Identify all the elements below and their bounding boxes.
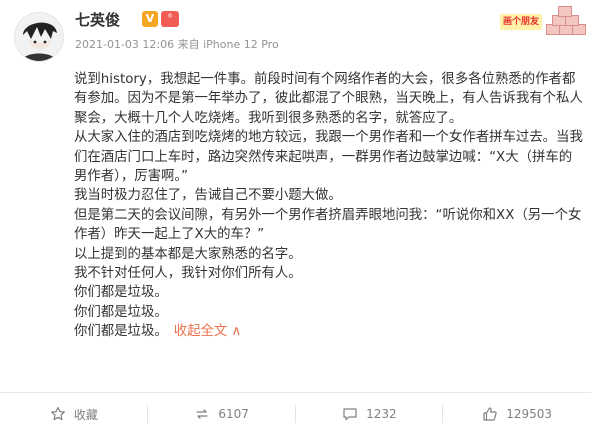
repost-icon (196, 409, 208, 419)
post-paragraph: 你们都是垃圾。 (74, 304, 168, 320)
post-paragraph: 你们都是垃圾。 (74, 285, 168, 301)
post-last-line: 你们都是垃圾。 收起全文 ∧ (74, 322, 584, 341)
level-badge-icon: ⁶ (161, 11, 179, 27)
avatar[interactable] (14, 12, 64, 62)
post-paragraph: 说到history，我想起一件事。前段时间有个网络作者的大会，很多各位熟悉的作者… (74, 72, 583, 126)
comment-button[interactable]: 1232 (296, 393, 444, 435)
verified-badge-icon: V (142, 11, 158, 27)
post-paragraph: 我当时极力忍住了，告诫自己不要小题大做。 (74, 188, 342, 204)
action-bar: 收藏 6107 1232 129503 (0, 393, 591, 435)
corner-sticker: 画个朋友 (500, 6, 586, 35)
repost-count: 6107 (218, 407, 249, 421)
like-button[interactable]: 129503 (443, 393, 591, 435)
stacked-blocks-icon (544, 6, 586, 35)
post-paragraph: 我不针对任何人，我针对你们所有人。 (74, 266, 302, 282)
comment-count: 1232 (366, 407, 397, 421)
favorite-button[interactable]: 收藏 (0, 393, 148, 435)
post-content: 说到history，我想起一件事。前段时间有个网络作者的大会，很多各位熟悉的作者… (74, 70, 584, 342)
thumbs-up-icon (483, 407, 497, 421)
user-badges: V ⁶ (142, 11, 179, 27)
post-paragraph: 从大家入住的酒店到吃烧烤的地方较远，我跟一个男作者和一个女作者拼车过去。当我们在… (74, 130, 583, 185)
favorite-label: 收藏 (73, 407, 98, 422)
post-paragraph: 但是第二天的会议间隙，有另外一个男作者挤眉弄眼地问我：“听说你和XX（另一个女作… (74, 207, 582, 243)
like-count: 129503 (506, 407, 553, 421)
collapse-link[interactable]: 收起全文 ∧ (174, 324, 242, 339)
repost-button[interactable]: 6107 (148, 393, 296, 435)
comment-icon (343, 408, 357, 421)
username[interactable]: 七英俊 (75, 9, 120, 30)
corner-tag: 画个朋友 (500, 14, 542, 30)
post-paragraph: 你们都是垃圾。 (74, 324, 168, 340)
post-meta: 2021-01-03 12:06 来自 iPhone 12 Pro (75, 38, 279, 51)
star-icon (50, 406, 65, 421)
post-paragraph: 以上提到的基本都是大家熟悉的名字。 (74, 246, 302, 262)
